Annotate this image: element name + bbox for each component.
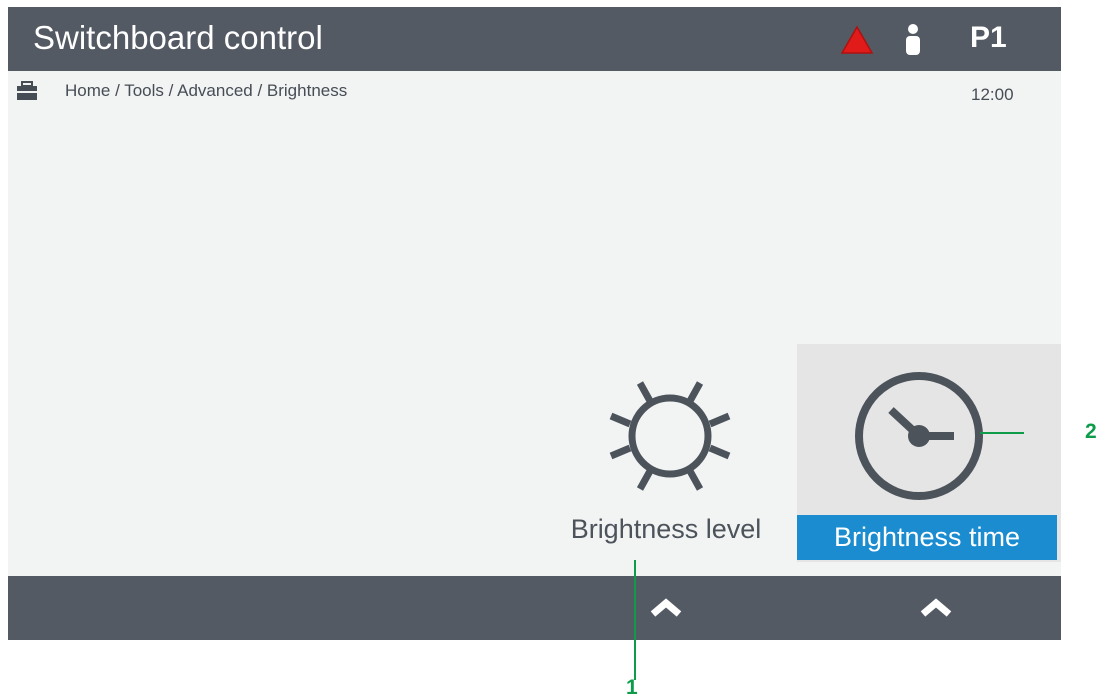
tile-label: Brightness level [570,514,762,544]
sun-icon [609,381,731,491]
app-title: Switchboard control [33,19,323,56]
user-icon[interactable] [901,23,925,57]
footer-bar [8,576,1061,640]
callout-line [634,560,636,680]
callout-line [980,432,1024,434]
device-screen: Switchboard control P1 Home / Tools / Ad… [8,7,1061,640]
breadcrumb: Home / Tools / Advanced / Brightness [65,81,348,100]
clock-time: 12:00 [971,85,1014,104]
alarm-triangle-icon[interactable] [840,25,874,55]
tile-brightness-level[interactable]: Brightness level [554,344,778,562]
callout-number: 2 [1085,420,1097,443]
tile-brightness-time[interactable]: Brightness time [797,344,1061,562]
header-bar: Switchboard control P1 [8,7,1061,71]
chevron-up-icon[interactable] [918,597,954,619]
chevron-up-icon[interactable] [648,597,684,619]
callout-number: 1 [626,676,638,699]
clock-icon [855,372,983,500]
toolbox-icon [17,81,37,100]
tile-label: Brightness time [797,515,1057,560]
profile-code[interactable]: P1 [970,21,1007,55]
